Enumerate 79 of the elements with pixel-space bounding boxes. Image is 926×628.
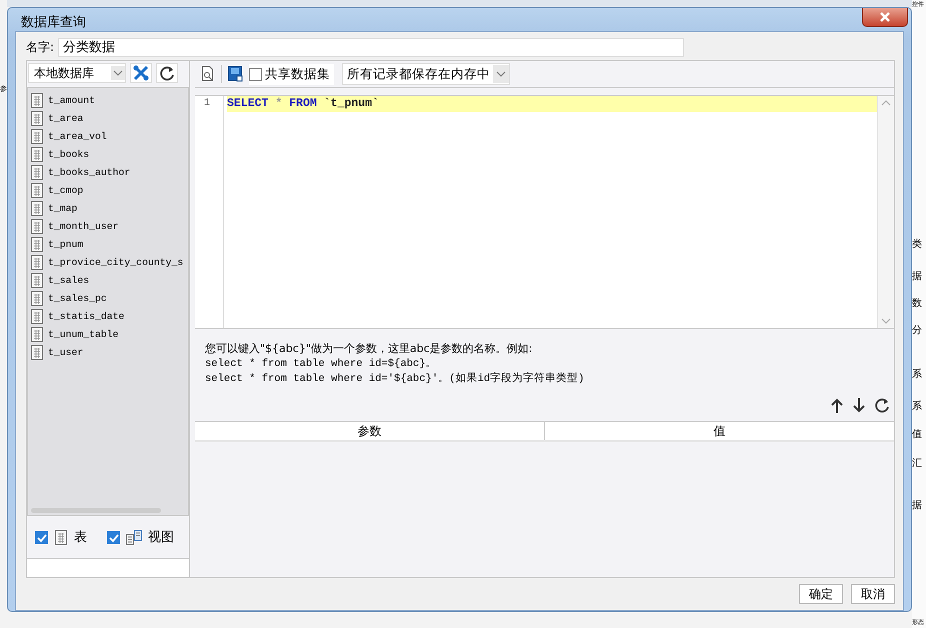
table-name[interactable]: t_pnum: [48, 238, 84, 250]
table-name[interactable]: t_user: [48, 346, 84, 358]
table-icon: [54, 530, 68, 545]
background-text: 数: [912, 297, 923, 310]
table-icon: [30, 164, 44, 180]
background-text: 汇: [912, 457, 923, 470]
background-text: 据: [912, 499, 923, 512]
table-name[interactable]: t_cmop: [48, 184, 84, 196]
table-name[interactable]: t_amount: [48, 94, 96, 106]
table-name[interactable]: t_books: [48, 148, 90, 160]
table-icon: [30, 272, 44, 288]
tools-icon: [132, 64, 150, 82]
table-name[interactable]: t_statis_date: [48, 310, 124, 322]
hint-text: select * from table where id='${abc}'。(如果id字段为字符串类型): [205, 372, 586, 387]
caret-icon: [493, 65, 509, 83]
table-icon: [30, 218, 44, 234]
table-name[interactable]: t_provice_city_county_s: [48, 256, 184, 268]
table-name[interactable]: t_area_vol: [48, 130, 107, 142]
input-field[interactable]: [27, 558, 189, 577]
refresh-icon: [874, 397, 890, 413]
table-name[interactable]: t_map: [48, 202, 78, 214]
table-icon: [30, 236, 44, 252]
checkbox-label: 表: [74, 529, 87, 546]
line-number: 1: [203, 97, 212, 111]
view-icon: [126, 530, 142, 545]
scrollbar[interactable]: [877, 96, 894, 328]
table-icon: [30, 128, 44, 144]
close-button[interactable]: [862, 8, 908, 27]
table-name[interactable]: t_sales_pc: [48, 292, 107, 304]
checkbox-label: 共享数据集: [265, 66, 330, 82]
caret-icon: [111, 66, 125, 80]
table-icon: [30, 344, 44, 360]
background-text: 值: [912, 428, 923, 441]
scrollbar[interactable]: [31, 508, 161, 514]
table-icon: [30, 254, 44, 270]
move-down-icon: [852, 397, 866, 414]
refresh-button[interactable]: [156, 63, 178, 83]
preview-icon: [201, 66, 215, 82]
window-title: 数据库查询: [20, 14, 86, 31]
sql-editor[interactable]: 1 SELECT * FROM `t_pnum`: [195, 95, 894, 329]
database-icon: [228, 66, 243, 82]
table-icon: [30, 110, 44, 126]
hint-text: 您可以键入"${abc}"做为一个参数，这里abc是参数的名称。例如:: [205, 341, 534, 357]
table-icon: [30, 146, 44, 162]
table-icon: [30, 326, 44, 342]
table-icon: [30, 182, 44, 198]
name-field[interactable]: 分类数据: [58, 38, 684, 56]
checkbox[interactable]: [35, 530, 48, 544]
table-name[interactable]: t_books_author: [48, 166, 130, 178]
hint-text: select * from table where id=${abc}。: [205, 357, 438, 372]
dialog-button[interactable]: 取消: [851, 584, 895, 604]
check-icon: [36, 532, 47, 543]
table-name[interactable]: t_area: [48, 112, 84, 124]
background-text: 类: [912, 238, 923, 251]
checkbox-label: 视图: [148, 529, 174, 546]
storage-dropdown[interactable]: 所有记录都保存在内存中: [342, 63, 510, 85]
background-text: 系: [912, 368, 923, 381]
column-header[interactable]: 参数: [195, 422, 544, 440]
table-icon: [30, 92, 44, 108]
background-text: 系: [912, 400, 923, 413]
field-label: 名字:: [26, 38, 54, 56]
dialog-button[interactable]: 确定: [799, 584, 843, 604]
checkbox[interactable]: [107, 530, 120, 544]
refresh-icon: [159, 65, 175, 81]
checkbox[interactable]: [249, 68, 262, 80]
table-name[interactable]: t_month_user: [48, 220, 119, 232]
tools-button[interactable]: [130, 63, 152, 83]
table-name[interactable]: t_unum_table: [48, 328, 119, 340]
check-icon: [108, 532, 119, 543]
background-text: 分: [912, 324, 923, 337]
database-dropdown[interactable]: 本地数据库: [28, 63, 126, 83]
close-icon: [879, 11, 891, 23]
column-header[interactable]: 值: [544, 422, 894, 440]
move-up-icon: [830, 397, 844, 414]
table-icon: [30, 290, 44, 306]
table-icon: [30, 308, 44, 324]
table-icon: [30, 200, 44, 216]
background-text: 据: [912, 270, 923, 283]
table-name[interactable]: t_sales: [48, 274, 90, 286]
